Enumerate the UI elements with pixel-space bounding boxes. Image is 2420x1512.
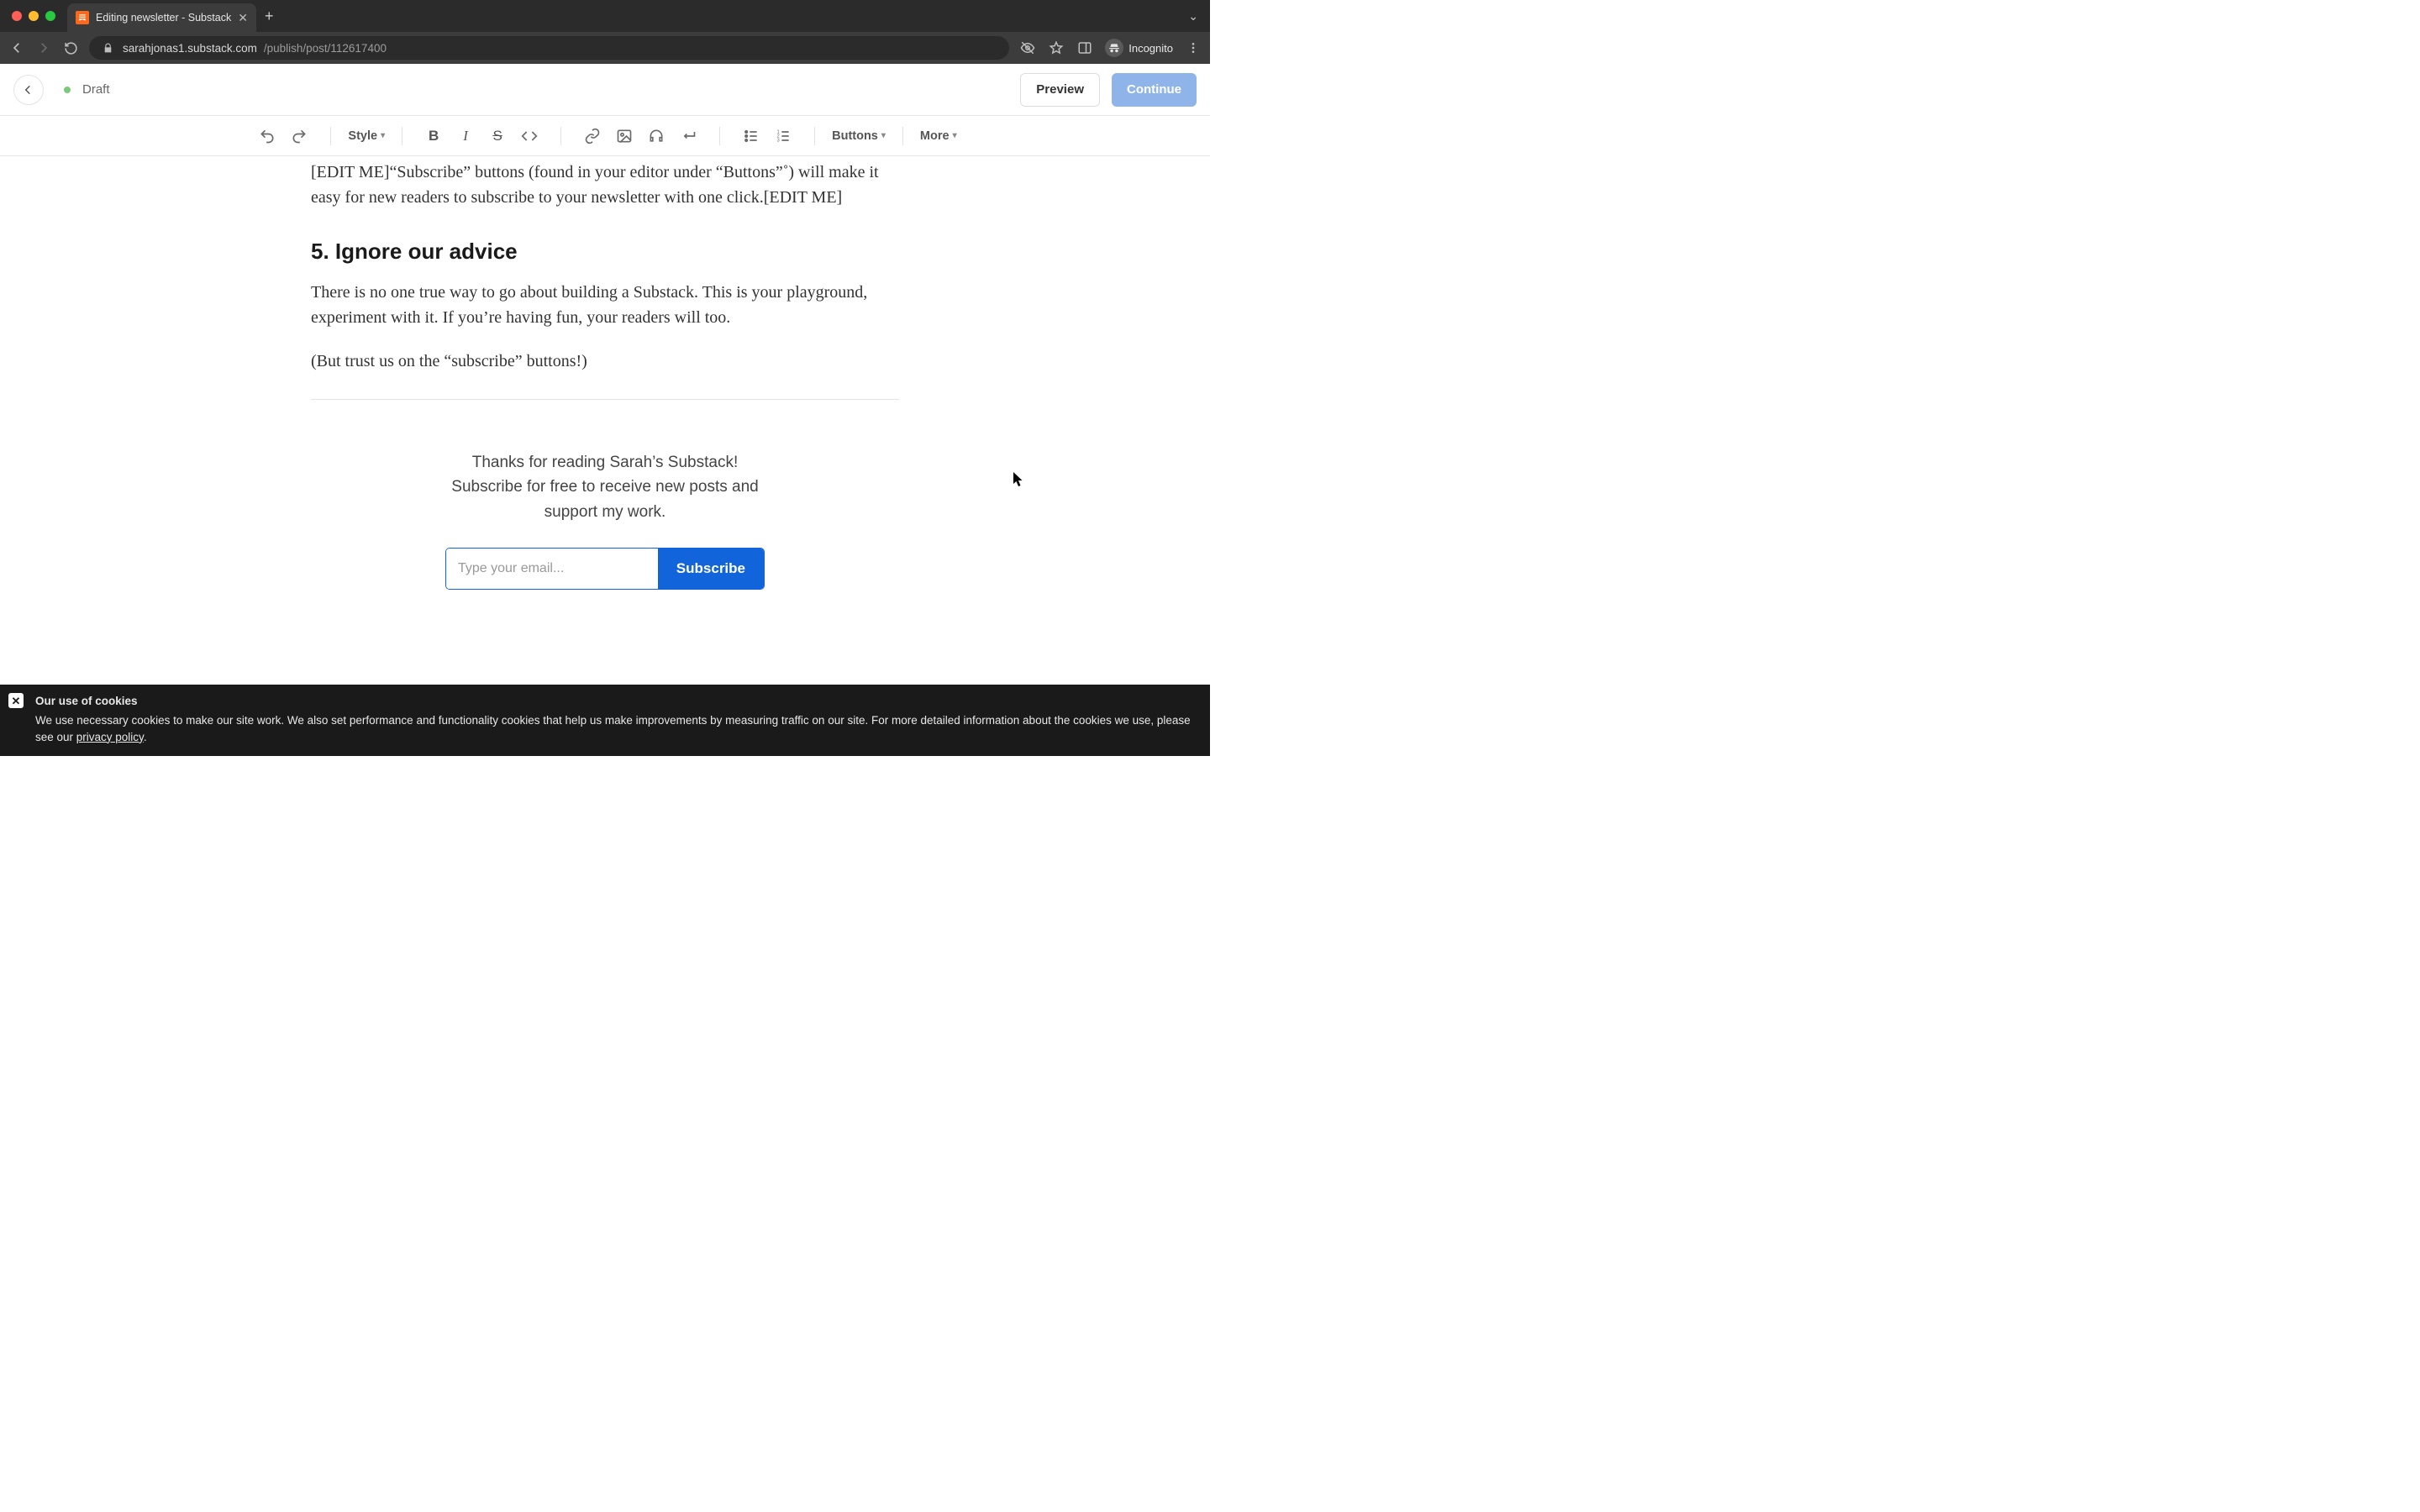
tab-close-icon[interactable]: ✕ <box>238 11 248 25</box>
browser-right-icons: Incognito <box>1019 39 1202 57</box>
bold-icon[interactable]: B <box>421 123 446 149</box>
draft-status-label: Draft <box>82 82 110 97</box>
draft-status-dot <box>64 87 71 93</box>
forward-icon[interactable] <box>35 39 52 56</box>
undo-icon[interactable] <box>255 123 280 149</box>
insert-break-icon[interactable] <box>676 123 701 149</box>
chevron-down-icon: ▾ <box>881 131 886 140</box>
reload-icon[interactable] <box>62 39 79 56</box>
browser-tab[interactable]: Editing newsletter - Substack ✕ <box>67 3 256 32</box>
style-dropdown[interactable]: Style ▾ <box>343 129 390 143</box>
editor-toolbar: Style ▾ B I S 123 Buttons <box>0 116 1210 156</box>
style-label: Style <box>348 129 377 143</box>
audio-icon[interactable] <box>644 123 669 149</box>
eye-off-icon[interactable] <box>1019 39 1036 56</box>
kebab-menu-icon[interactable] <box>1185 39 1202 56</box>
back-icon[interactable] <box>8 39 25 56</box>
redo-icon[interactable] <box>287 123 312 149</box>
incognito-icon <box>1105 39 1123 57</box>
strikethrough-icon[interactable]: S <box>485 123 510 149</box>
divider <box>311 399 899 400</box>
image-icon[interactable] <box>612 123 637 149</box>
buttons-label: Buttons <box>832 129 878 143</box>
chevron-down-icon: ▾ <box>953 131 957 140</box>
svg-text:3: 3 <box>777 138 780 143</box>
window-close-button[interactable] <box>12 11 22 21</box>
url-input[interactable]: sarahjonas1.substack.com/publish/post/11… <box>89 36 1009 60</box>
bullet-list-icon[interactable] <box>739 123 764 149</box>
cookie-body-suffix: . <box>144 731 147 743</box>
cookie-body: We use necessary cookies to make our sit… <box>35 712 1197 747</box>
email-input[interactable] <box>446 549 658 589</box>
browser-tab-strip: Editing newsletter - Substack ✕ + ⌄ <box>0 0 1210 32</box>
new-tab-button[interactable]: + <box>265 8 274 25</box>
subscribe-button[interactable]: Subscribe <box>658 549 764 589</box>
editor-header: Draft Preview Continue <box>0 64 1210 116</box>
subscribe-form: Subscribe <box>445 548 765 590</box>
italic-icon[interactable]: I <box>453 123 478 149</box>
code-icon[interactable] <box>517 123 542 149</box>
tab-title: Editing newsletter - Substack <box>96 12 231 24</box>
star-icon[interactable] <box>1048 39 1065 56</box>
subscribe-message[interactable]: Thanks for reading Sarah’s Substack! Sub… <box>445 450 765 524</box>
heading-5[interactable]: 5. Ignore our advice <box>311 239 899 265</box>
buttons-dropdown[interactable]: Buttons ▾ <box>827 129 891 143</box>
numbered-list-icon[interactable]: 123 <box>771 123 796 149</box>
substack-favicon-icon <box>76 11 89 24</box>
browser-address-bar: sarahjonas1.substack.com/publish/post/11… <box>0 32 1210 64</box>
cookie-body-text: We use necessary cookies to make our sit… <box>35 714 1191 743</box>
editor-back-button[interactable] <box>13 75 44 105</box>
cookie-title: Our use of cookies <box>35 693 1197 710</box>
more-label: More <box>920 129 950 143</box>
link-icon[interactable] <box>580 123 605 149</box>
chevron-down-icon: ▾ <box>381 131 385 140</box>
tab-overflow-icon[interactable]: ⌄ <box>1188 9 1203 24</box>
incognito-indicator[interactable]: Incognito <box>1105 39 1173 57</box>
lock-icon <box>99 39 116 56</box>
window-minimize-button[interactable] <box>29 11 39 21</box>
paragraph[interactable]: (But trust us on the “subscribe” buttons… <box>311 349 899 374</box>
paragraph[interactable]: There is no one true way to go about bui… <box>311 280 899 330</box>
paragraph[interactable]: [EDIT ME]“Subscribe” buttons (found in y… <box>311 160 899 210</box>
preview-button[interactable]: Preview <box>1020 73 1100 107</box>
window-maximize-button[interactable] <box>45 11 55 21</box>
subscribe-widget: Thanks for reading Sarah’s Substack! Sub… <box>311 450 899 590</box>
url-host: sarahjonas1.substack.com <box>123 42 257 55</box>
window-controls <box>12 11 55 21</box>
side-panel-icon[interactable] <box>1076 39 1093 56</box>
more-dropdown[interactable]: More ▾ <box>915 129 962 143</box>
cookie-close-button[interactable]: ✕ <box>8 693 24 708</box>
privacy-policy-link[interactable]: privacy policy <box>76 731 144 743</box>
incognito-label: Incognito <box>1128 42 1173 55</box>
editor-canvas[interactable]: [EDIT ME]“Subscribe” buttons (found in y… <box>0 156 1210 756</box>
continue-button[interactable]: Continue <box>1112 73 1197 107</box>
url-path: /publish/post/112617400 <box>264 42 387 55</box>
cookie-banner: ✕ Our use of cookies We use necessary co… <box>0 685 1210 756</box>
